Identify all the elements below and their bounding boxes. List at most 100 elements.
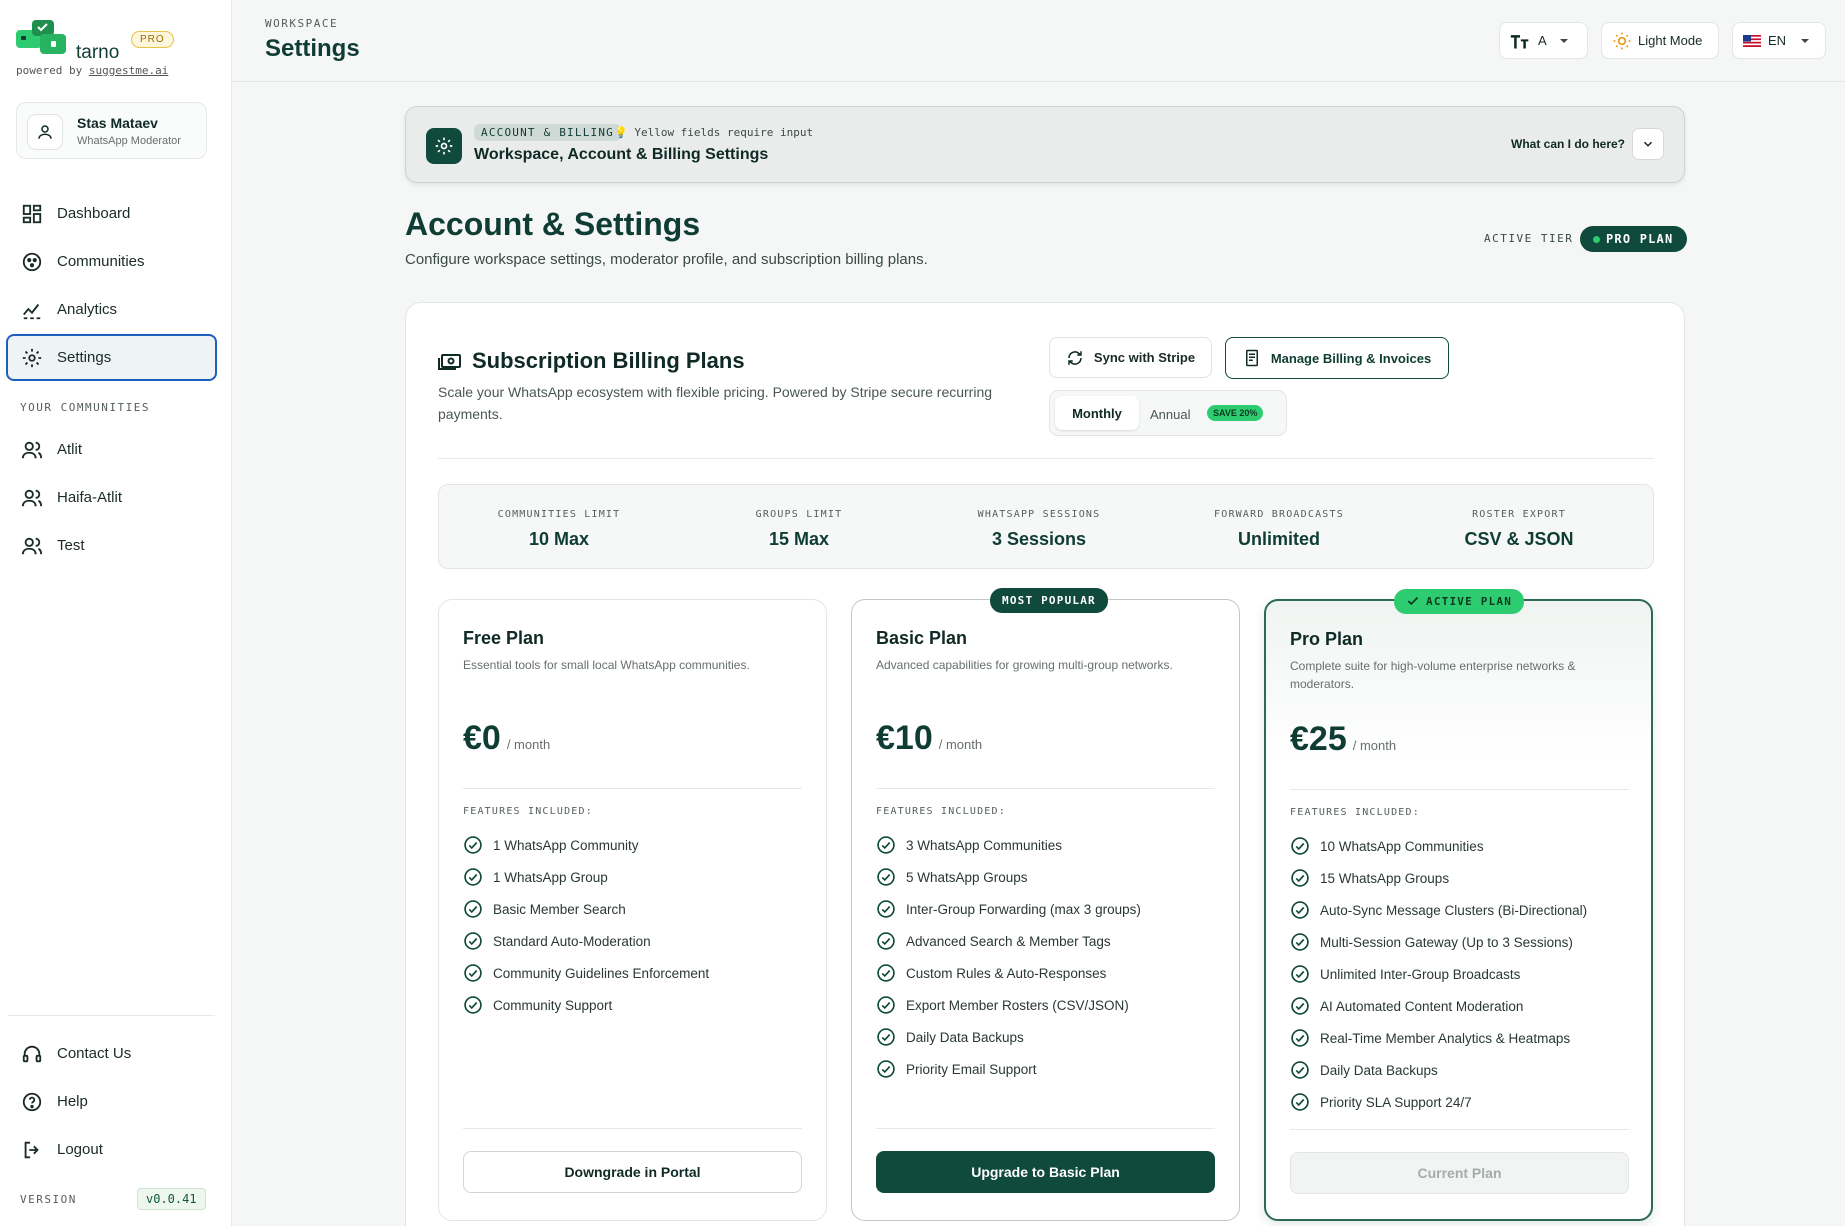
check-icon	[1407, 596, 1419, 606]
check-circle-icon	[464, 964, 482, 982]
plan-divider	[876, 1128, 1215, 1129]
money-icon	[438, 354, 461, 370]
user-card[interactable]: Stas Mataev WhatsApp Moderator	[16, 102, 207, 159]
sidebar-community-haifa-atlit[interactable]: Haifa-Atlit	[6, 474, 217, 521]
feature-text: 15 WhatsApp Groups	[1320, 870, 1450, 886]
feature-item: 1 WhatsApp Group	[463, 861, 709, 893]
sidebar-item-label: Contact Us	[57, 1045, 132, 1062]
plan-price: €25 / month	[1290, 720, 1396, 759]
feature-text: Auto-Sync Message Clusters (Bi-Direction…	[1320, 902, 1588, 918]
feature-text: Basic Member Search	[493, 901, 626, 917]
settings-badge	[426, 128, 462, 164]
active-tier-chip: PRO PLAN	[1580, 226, 1688, 252]
headset-icon	[22, 1045, 42, 1062]
language-select[interactable]: EN	[1732, 22, 1826, 59]
communities-section-label: YOUR COMMUNITIES	[20, 401, 150, 414]
active-tier-label: ACTIVE TIER	[1484, 232, 1574, 245]
plan-divider	[1290, 789, 1629, 790]
font-size-button[interactable]: A	[1499, 22, 1588, 59]
manage-billing-button[interactable]: Manage Billing & Invoices	[1225, 337, 1449, 379]
check-circle-icon	[1291, 933, 1309, 951]
limit-value: 10 Max	[528, 529, 590, 549]
feature-text: Daily Data Backups	[906, 1029, 1024, 1045]
user-name: Stas Mataev	[77, 115, 158, 131]
sidebar-item-communities[interactable]: Communities	[6, 238, 217, 285]
limit-groups: GROUPS LIMIT 15 Max	[679, 485, 919, 570]
chevron-down-icon	[1643, 141, 1653, 147]
check-circle-icon	[877, 868, 895, 886]
sidebar-item-label: Logout	[57, 1141, 103, 1158]
plan-name: Pro Plan	[1290, 629, 1364, 649]
feature-item: Priority Email Support	[876, 1053, 1141, 1085]
sidebar-item-help[interactable]: Help	[6, 1078, 217, 1125]
billing-title-text: Subscription Billing Plans	[472, 348, 745, 373]
user-role: WhatsApp Moderator	[77, 135, 181, 147]
feature-text: Daily Data Backups	[1320, 1062, 1438, 1078]
sidebar-community-test[interactable]: Test	[6, 522, 217, 569]
feature-item: Community Support	[463, 989, 709, 1021]
cycle-annual-option[interactable]: Annual	[1150, 407, 1190, 422]
powered-prefix: powered by	[16, 64, 89, 77]
sync-stripe-button[interactable]: Sync with Stripe	[1049, 337, 1212, 378]
limit-label: WHATSAPP SESSIONS	[977, 509, 1101, 520]
page-title: Settings	[265, 35, 360, 62]
plan-name: Free Plan	[463, 628, 545, 648]
feature-item: Export Member Rosters (CSV/JSON)	[876, 989, 1141, 1021]
plan-limits-panel: COMMUNITIES LIMIT 10 Max GROUPS LIMIT 15…	[438, 484, 1654, 569]
upgrade-basic-button[interactable]: Upgrade to Basic Plan	[876, 1151, 1215, 1193]
guide-help-link[interactable]: What can I do here?	[1511, 137, 1625, 151]
feature-text: Real-Time Member Analytics & Heatmaps	[1320, 1030, 1571, 1046]
brand-name: tarno	[76, 42, 120, 63]
limit-broadcasts: FORWARD BROADCASTS Unlimited	[1159, 485, 1399, 570]
guide-title: Workspace, Account & Billing Settings	[474, 146, 769, 163]
price-unit: / month	[1352, 738, 1397, 753]
theme-toggle-button[interactable]: Light Mode	[1601, 22, 1719, 59]
feature-item: Daily Data Backups	[1290, 1054, 1587, 1086]
sidebar-item-dashboard[interactable]: Dashboard	[6, 190, 217, 237]
price-value: €10	[876, 719, 933, 757]
feature-item: Real-Time Member Analytics & Heatmaps	[1290, 1022, 1587, 1054]
features-label: FEATURES INCLUDED:	[463, 806, 593, 817]
powered-by: powered by suggestme.ai	[16, 64, 168, 77]
most-popular-badge: MOST POPULAR	[990, 588, 1108, 613]
chevron-down-icon	[1559, 38, 1568, 43]
sidebar-community-atlit[interactable]: Atlit	[6, 426, 217, 473]
check-circle-icon	[464, 932, 482, 950]
feature-text: Community Guidelines Enforcement	[493, 965, 710, 981]
sidebar-item-contact[interactable]: Contact Us	[6, 1030, 217, 1077]
plan-description: Advanced capabilities for growing multi-…	[876, 658, 1173, 672]
check-circle-icon	[1291, 837, 1309, 855]
check-circle-icon	[877, 932, 895, 950]
powered-link[interactable]: suggestme.ai	[89, 64, 168, 77]
version-label: VERSION	[20, 1193, 77, 1206]
downgrade-button[interactable]: Downgrade in Portal	[463, 1151, 802, 1193]
feature-list: 3 WhatsApp Communities 5 WhatsApp Groups I…	[876, 829, 1141, 1085]
lightbulb-icon: 💡	[614, 126, 635, 139]
billing-title: Subscription Billing Plans	[438, 348, 745, 374]
limit-value: CSV & JSON	[1464, 529, 1574, 549]
top-bar: WORKSPACE Settings A Light Mode EN	[233, 0, 1845, 82]
sidebar-item-logout[interactable]: Logout	[6, 1126, 217, 1173]
limit-value: Unlimited	[1237, 529, 1320, 549]
guide-expand-button[interactable]	[1632, 128, 1664, 160]
guide-hint: 💡 Yellow fields require input	[614, 126, 813, 139]
feature-text: Community Support	[493, 997, 613, 1013]
guide-chip: ACCOUNT & BILLING	[474, 124, 621, 141]
brand-logo[interactable]: tarno PRO powered by suggestme.ai	[14, 18, 214, 78]
sidebar-item-analytics[interactable]: Analytics	[6, 286, 217, 333]
price-unit: / month	[938, 737, 983, 752]
breadcrumb: WORKSPACE	[265, 17, 339, 30]
user-icon	[38, 125, 52, 139]
billing-card: Subscription Billing Plans Scale your Wh…	[405, 302, 1685, 1226]
sidebar: tarno PRO powered by suggestme.ai Stas M…	[0, 0, 232, 1226]
cycle-monthly-option[interactable]: Monthly	[1055, 396, 1139, 430]
check-circle-icon	[877, 900, 895, 918]
price-value: €0	[463, 719, 501, 757]
feature-text: Multi-Session Gateway (Up to 3 Sessions)	[1320, 934, 1573, 950]
sidebar-item-settings[interactable]: Settings	[6, 334, 217, 381]
feature-text: 1 WhatsApp Group	[493, 869, 608, 885]
active-plan-badge: ACTIVE PLAN	[1394, 589, 1525, 614]
current-plan-button: Current Plan	[1290, 1152, 1629, 1194]
check-circle-icon	[877, 1060, 895, 1078]
sun-icon	[1613, 32, 1631, 49]
